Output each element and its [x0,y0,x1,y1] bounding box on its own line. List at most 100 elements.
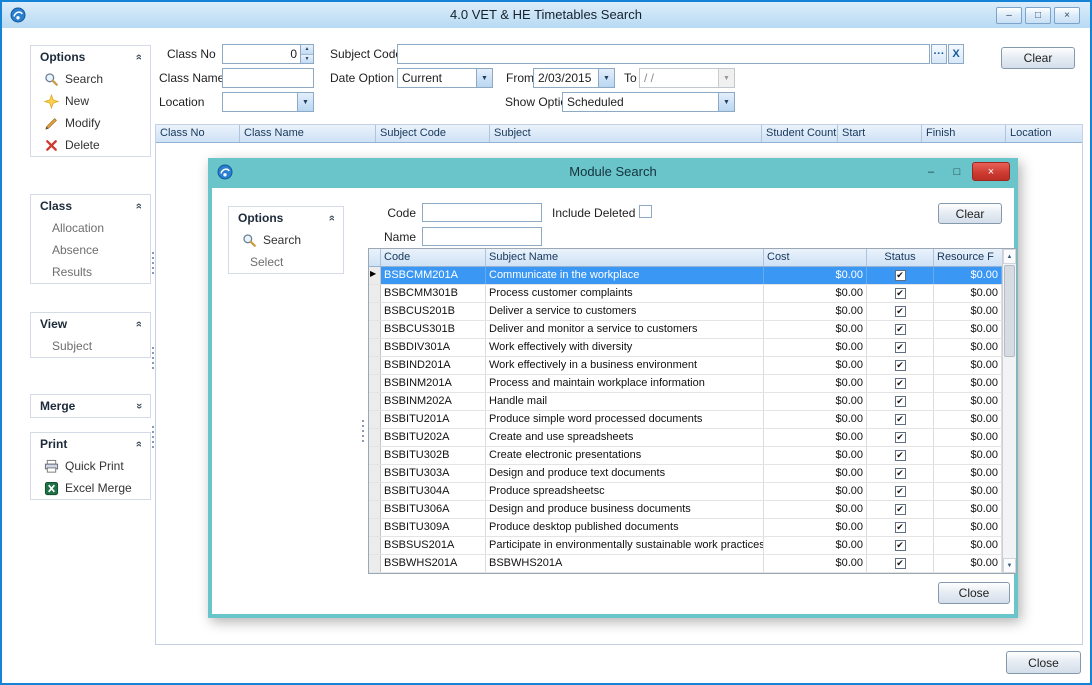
to-date-select[interactable]: / / ▼ [639,68,735,88]
clear-button[interactable]: Clear [1001,47,1075,69]
class-name-input[interactable] [222,68,314,88]
name-input[interactable] [422,227,542,246]
section-header-view[interactable]: View» [31,313,150,335]
results-column-header[interactable]: Class Name [240,125,376,142]
sidebar-item-search[interactable]: Search [229,229,343,251]
results-column-header[interactable]: Finish [922,125,1006,142]
main-close-button[interactable]: Close [1006,651,1081,674]
modal-clear-button[interactable]: Clear [938,203,1002,224]
section-header-print[interactable]: Print» [31,433,150,455]
modal-titlebar[interactable]: Module Search – □ × [208,158,1018,188]
sidebar-item-results[interactable]: Results [31,261,150,283]
table-row[interactable]: BSBITU304AProduce spreadsheetsc$0.00✔$0.… [369,483,1002,501]
status-checkbox[interactable]: ✔ [895,288,906,299]
scroll-up-button[interactable]: ▲ [1003,249,1016,264]
results-column-header[interactable]: Start [838,125,922,142]
status-checkbox[interactable]: ✔ [895,540,906,551]
table-row[interactable]: BSBITU302BCreate electronic presentation… [369,447,1002,465]
sidebar-item-allocation[interactable]: Allocation [31,217,150,239]
sidebar-item-delete[interactable]: Delete [31,134,150,156]
date-option-select[interactable]: Current ▼ [397,68,493,88]
modal-maximize-button[interactable]: □ [946,163,968,181]
status-checkbox[interactable]: ✔ [895,414,906,425]
vertical-scrollbar[interactable]: ▲ ▼ [1002,249,1016,573]
table-row[interactable]: BSBWHS201ABSBWHS201A$0.00✔$0.00 [369,555,1002,573]
status-checkbox[interactable]: ✔ [895,504,906,515]
location-select[interactable]: ▼ [222,92,314,112]
status-checkbox[interactable]: ✔ [895,522,906,533]
status-checkbox[interactable]: ✔ [895,378,906,389]
section-header-options[interactable]: Options» [229,207,343,229]
status-checkbox[interactable]: ✔ [895,450,906,461]
spinner-down-button[interactable]: ▼ [301,55,313,64]
modal-minimize-button[interactable]: – [920,163,942,181]
scrollbar-thumb[interactable] [1004,265,1015,357]
scroll-down-button[interactable]: ▼ [1003,558,1016,573]
table-row[interactable]: BSBCUS301BDeliver and monitor a service … [369,321,1002,339]
table-row[interactable]: ▶BSBCMM201ACommunicate in the workplace$… [369,267,1002,285]
status-checkbox[interactable]: ✔ [895,324,906,335]
splitter-grip[interactable] [360,420,365,442]
status-checkbox[interactable]: ✔ [895,396,906,407]
sidebar-item-subject[interactable]: Subject [31,335,150,357]
minimize-button[interactable]: – [996,7,1022,24]
status-checkbox[interactable]: ✔ [895,306,906,317]
results-column-header[interactable]: Subject [490,125,762,142]
table-row[interactable]: BSBITU306ADesign and produce business do… [369,501,1002,519]
module-column-header[interactable]: Subject Name [486,249,764,266]
module-column-header[interactable]: Code [381,249,486,266]
chevron-down-icon[interactable]: ▼ [598,69,614,87]
chevron-down-icon[interactable]: ▼ [476,69,492,87]
include-deleted-checkbox[interactable] [639,205,652,218]
status-checkbox[interactable]: ✔ [895,486,906,497]
results-column-header[interactable]: Subject Code [376,125,490,142]
status-checkbox[interactable]: ✔ [895,342,906,353]
table-row[interactable]: BSBDIV301AWork effectively with diversit… [369,339,1002,357]
status-checkbox[interactable]: ✔ [895,558,906,569]
subject-code-input[interactable] [397,44,930,64]
table-row[interactable]: BSBINM201AProcess and maintain workplace… [369,375,1002,393]
spinner-up-button[interactable]: ▲ [301,45,313,55]
code-input[interactable] [422,203,542,222]
table-row[interactable]: BSBITU309AProduce desktop published docu… [369,519,1002,537]
results-column-header[interactable]: Student Count [762,125,838,142]
sidebar-item-modify[interactable]: Modify [31,112,150,134]
sidebar-item-search[interactable]: Search [31,68,150,90]
sidebar-item-select[interactable]: Select [229,251,343,273]
module-column-header[interactable]: Status [867,249,934,266]
modal-close-button[interactable]: × [972,162,1010,181]
sidebar-item-excel-merge[interactable]: Excel Merge [31,477,150,499]
table-row[interactable]: BSBITU201AProduce simple word processed … [369,411,1002,429]
maximize-button[interactable]: □ [1025,7,1051,24]
class-no-stepper[interactable]: 0 ▲ ▼ [222,44,314,64]
chevron-down-icon[interactable]: ▼ [718,93,734,111]
results-column-header[interactable]: Location [1006,125,1082,142]
section-header-options[interactable]: Options» [31,46,150,68]
table-row[interactable]: BSBITU303ADesign and produce text docume… [369,465,1002,483]
table-row[interactable]: BSBINM202AHandle mail$0.00✔$0.00 [369,393,1002,411]
subject-code-browse-button[interactable]: ··· [931,44,947,64]
section-header-class[interactable]: Class» [31,195,150,217]
table-row[interactable]: BSBCUS201BDeliver a service to customers… [369,303,1002,321]
section-header-merge[interactable]: Merge» [31,395,150,417]
results-column-header[interactable]: Class No [156,125,240,142]
chevron-down-icon[interactable]: ▼ [297,93,313,111]
modal-footer-close-button[interactable]: Close [938,582,1010,604]
module-column-header[interactable]: Resource F [934,249,1002,266]
table-row[interactable]: BSBSUS201AParticipate in environmentally… [369,537,1002,555]
sidebar-item-absence[interactable]: Absence [31,239,150,261]
sidebar-item-new[interactable]: New [31,90,150,112]
module-column-header[interactable]: Cost [764,249,867,266]
status-checkbox[interactable]: ✔ [895,270,906,281]
subject-code-clear-button[interactable]: X [948,44,964,64]
close-button[interactable]: × [1054,7,1080,24]
status-checkbox[interactable]: ✔ [895,432,906,443]
status-checkbox[interactable]: ✔ [895,360,906,371]
show-option-select[interactable]: Scheduled ▼ [562,92,735,112]
sidebar-item-quick-print[interactable]: Quick Print [31,455,150,477]
from-date-select[interactable]: 2/03/2015 ▼ [533,68,615,88]
table-row[interactable]: BSBITU202ACreate and use spreadsheets$0.… [369,429,1002,447]
table-row[interactable]: BSBIND201AWork effectively in a business… [369,357,1002,375]
table-row[interactable]: BSBCMM301BProcess customer complaints$0.… [369,285,1002,303]
main-titlebar[interactable]: 4.0 VET & HE Timetables Search – □ × [2,2,1090,28]
